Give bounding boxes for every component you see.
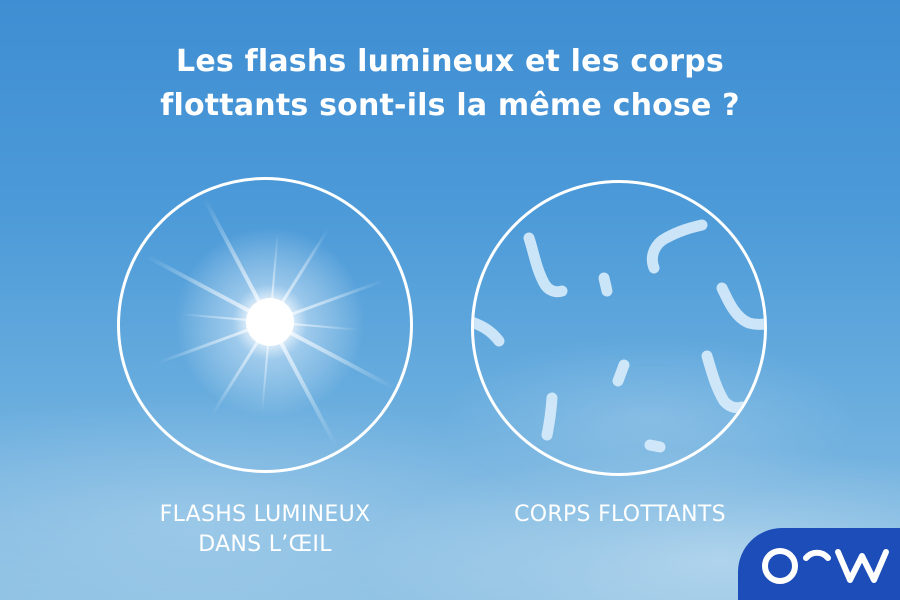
caption-floaters: CORPS FLOTTANTS [450,500,790,530]
floater-4 [716,282,764,330]
light-flash-circle [117,177,413,473]
brand-logo-badge [738,528,900,600]
eye-floaters-icon [474,219,764,453]
caption-left-line-2: DANS L’ŒIL [198,532,332,557]
title-line-1: Les flashs lumineux et les corps [176,44,724,79]
eye-floaters-circle [471,180,767,476]
floater-2 [646,219,708,274]
floater-5 [474,317,505,347]
caption-light-flashes: FLASHS LUMINEUX DANS L’ŒIL [85,500,445,560]
page-title: Les flashs lumineux et les corps flottan… [0,40,900,128]
light-flash-icon [145,197,395,447]
floater-9 [644,439,666,453]
ocw-logo [762,548,889,584]
title-line-2: flottants sont-ils la même chose ? [160,88,740,123]
floater-1 [523,232,568,298]
caption-left-line-1: FLASHS LUMINEUX [159,502,371,527]
floater-6 [612,359,630,387]
floater-8 [541,392,558,441]
caption-right-line-1: CORPS FLOTTANTS [514,502,726,527]
floater-7 [701,350,748,414]
floater-3 [598,272,613,297]
